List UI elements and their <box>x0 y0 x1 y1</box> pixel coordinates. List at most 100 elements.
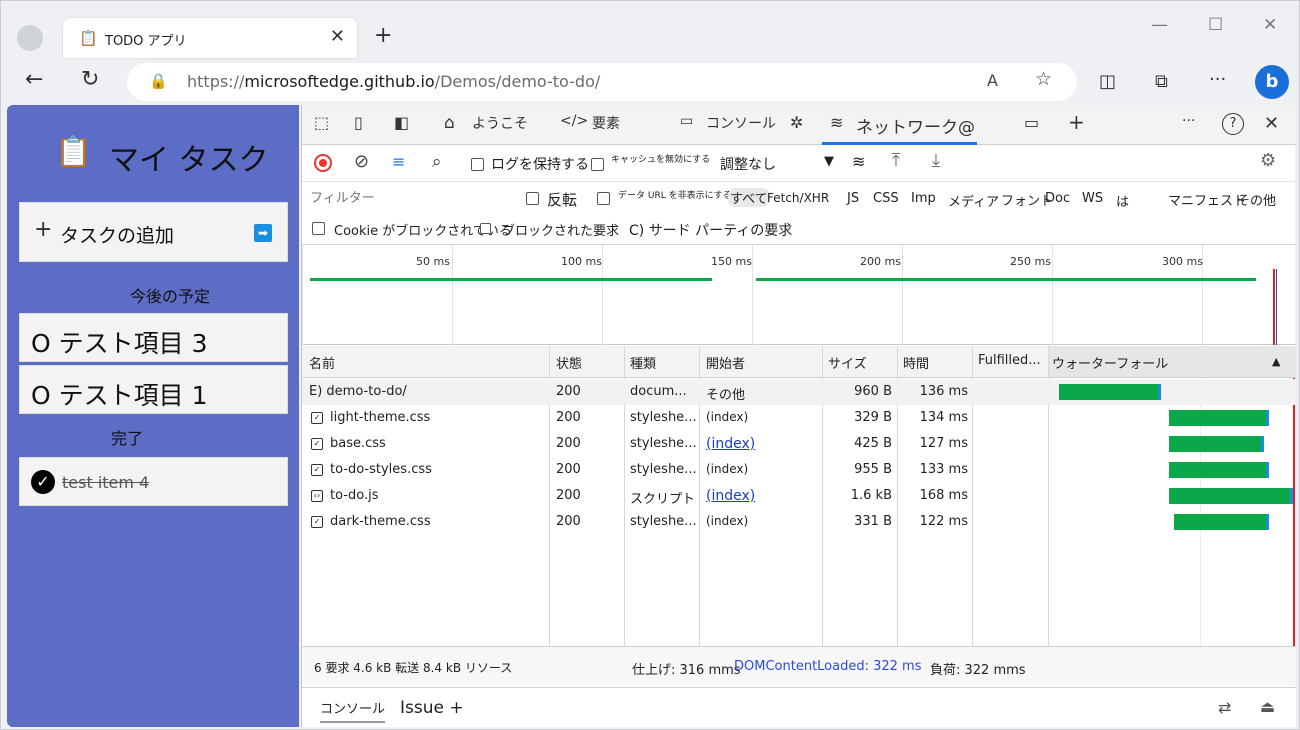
col-size[interactable]: サイズ <box>828 353 867 372</box>
network-conditions-icon[interactable]: ≋ <box>852 152 865 171</box>
filter-type-css[interactable]: CSS <box>873 191 899 206</box>
col-status[interactable]: 状態 <box>556 353 582 372</box>
throttle-select[interactable]: 調整なし <box>720 154 776 174</box>
bug-icon[interactable]: ✲ <box>790 113 803 132</box>
help-icon[interactable]: ? <box>1222 113 1244 135</box>
task-item[interactable]: O テスト項目 1 <box>19 365 288 414</box>
add-tab-icon[interactable]: + <box>1068 110 1085 134</box>
tick-label: 50 ms <box>416 255 450 268</box>
filter-input[interactable] <box>306 187 508 209</box>
table-row[interactable]: ✓ light-theme.css 200 styleshe... (index) 329… <box>302 405 1296 431</box>
clear-icon[interactable]: ⊘ <box>354 151 369 172</box>
drawer-tabbar: コンソール Issue + ⇄ ⏏ <box>302 687 1296 727</box>
table-row[interactable]: ‹› to-do.js 200 スクリプト (index) 1.6 kB 168 ms <box>302 483 1296 509</box>
request-initiator[interactable]: (index) <box>706 488 755 504</box>
devtools-panel: ⬚ ▯ ◧ ⌂ ようこそ </> 要素 ▭ コンソール ✲ ≋ ネットワーク@ … <box>301 105 1296 727</box>
task-item[interactable]: O テスト項目 3 <box>19 313 288 362</box>
request-type: docum... <box>630 384 687 399</box>
minimize-icon[interactable]: — <box>1151 15 1168 35</box>
table-row[interactable]: ✓ dark-theme.css 200 styleshe... (index) 331 … <box>302 509 1296 535</box>
address-bar[interactable]: 🔒 https://microsoftedge.github.io/Demos/… <box>127 63 1077 101</box>
more-menu-icon[interactable]: ··· <box>1209 69 1226 90</box>
preserve-log-checkbox[interactable] <box>471 158 484 171</box>
request-initiator[interactable]: (index) <box>706 436 755 452</box>
filter-type-img[interactable]: Imp <box>911 191 936 206</box>
drawer-tab-console[interactable]: コンソール <box>320 698 386 723</box>
panel-icon[interactable]: ▭ <box>1024 113 1039 132</box>
todo-title: マイ タスク <box>109 143 269 178</box>
chevron-down-icon[interactable]: ▼ <box>824 154 834 169</box>
code-icon: </> <box>560 113 589 129</box>
filter-type-manifest[interactable]: マニフェスト <box>1168 190 1246 209</box>
filter-type-fetch[interactable]: Fetch/XHR <box>767 191 829 205</box>
filter-type-ws[interactable]: WS <box>1082 191 1103 206</box>
close-devtools-icon[interactable]: ✕ <box>1264 113 1279 134</box>
maximize-icon[interactable]: ☐ <box>1208 15 1223 35</box>
invert-checkbox[interactable] <box>526 192 539 205</box>
tab-console[interactable]: コンソール <box>706 113 776 133</box>
filter-type-other[interactable]: その他 <box>1237 190 1276 209</box>
submit-arrow-icon[interactable]: ➡ <box>254 224 272 242</box>
bing-icon[interactable]: b <box>1255 65 1289 99</box>
close-window-icon[interactable]: ✕ <box>1263 15 1277 35</box>
device-emulation-icon[interactable]: ▯ <box>354 113 363 132</box>
col-time[interactable]: 時間 <box>903 353 929 372</box>
settings-gear-icon[interactable]: ⚙ <box>1260 150 1276 171</box>
record-icon[interactable] <box>314 154 332 172</box>
more-icon[interactable]: ··· <box>1182 113 1195 129</box>
tab-elements[interactable]: 要素 <box>592 113 620 133</box>
filter-type-media[interactable]: メディア <box>948 191 999 210</box>
filter-type-js[interactable]: JS <box>847 191 859 206</box>
request-status: 200 <box>556 436 581 451</box>
filter-type-doc[interactable]: Doc <box>1045 191 1070 206</box>
export-icon[interactable]: ⤓ <box>932 150 940 171</box>
col-initiator[interactable]: 開始者 <box>706 353 745 372</box>
done-task-item[interactable]: ✓ test item 4 <box>19 457 288 506</box>
filter-icon[interactable]: ≡ <box>392 152 405 171</box>
close-tab-icon[interactable]: ✕ <box>330 26 345 47</box>
sort-ascending-icon[interactable]: ▲ <box>1272 355 1280 368</box>
col-name[interactable]: 名前 <box>309 353 335 372</box>
hide-data-urls-checkbox[interactable] <box>597 192 610 205</box>
col-type[interactable]: 種類 <box>630 353 656 372</box>
col-waterfall[interactable]: ウォーターフォール <box>1052 353 1168 372</box>
read-aloud-icon[interactable]: A <box>987 71 998 90</box>
request-type: styleshe... <box>630 410 697 425</box>
network-overview[interactable]: 50 ms 100 ms 150 ms 200 ms 250 ms 300 ms <box>302 245 1296 345</box>
request-status: 200 <box>556 514 581 529</box>
browser-tab[interactable]: 📋 TODO アプリ ✕ <box>63 18 357 58</box>
disable-cache-checkbox[interactable] <box>591 158 604 171</box>
back-icon[interactable]: ← <box>25 67 43 92</box>
table-row[interactable]: ✓ base.css 200 styleshe... (index) 425 B 127 m… <box>302 431 1296 457</box>
collections-icon[interactable]: ⧉ <box>1155 71 1168 92</box>
request-size: 955 B <box>854 462 892 477</box>
dock-drawer-icon[interactable]: ⇄ <box>1218 698 1231 717</box>
import-icon[interactable]: ⤒ <box>892 150 900 171</box>
blocked-cookies-checkbox[interactable] <box>312 222 325 235</box>
table-row[interactable]: ✓ to-do-styles.css 200 styleshe... (index) 95… <box>302 457 1296 483</box>
blocked-requests-checkbox[interactable] <box>480 223 491 234</box>
tab-title: TODO アプリ <box>105 34 187 49</box>
add-task-button[interactable]: + タスクの追加 ➡ <box>19 202 288 262</box>
dock-side-icon[interactable]: ◧ <box>394 113 409 132</box>
drawer-tab-issues[interactable]: Issue + <box>400 698 464 718</box>
filter-type-all[interactable]: すべて <box>728 188 770 207</box>
favorite-star-icon[interactable]: ☆ <box>1035 68 1052 90</box>
new-tab-icon[interactable]: + <box>374 23 392 48</box>
collapse-drawer-icon[interactable]: ⏏ <box>1260 697 1275 716</box>
filter-type-wasm[interactable]: は <box>1116 191 1129 210</box>
waterfall-download <box>1266 410 1269 426</box>
blocked-requests-label: ブロックされた要求 <box>502 224 620 239</box>
profile-avatar[interactable] <box>17 25 43 51</box>
split-screen-icon[interactable]: ◫ <box>1099 71 1116 92</box>
refresh-icon[interactable]: ↻ <box>81 67 99 92</box>
tab-network[interactable]: ネットワーク@ <box>856 113 975 138</box>
search-icon[interactable]: ⌕ <box>432 152 442 172</box>
col-fulfilled[interactable]: Fulfilled... <box>978 353 1041 368</box>
tab-welcome[interactable]: ようこそ <box>472 113 528 133</box>
inspect-icon[interactable]: ⬚ <box>314 113 329 132</box>
third-party-label[interactable]: C) サード パーティの要求 <box>629 220 792 240</box>
checkmark-icon[interactable]: ✓ <box>31 470 55 494</box>
table-row[interactable]: E) demo-to-do/200 docum... その他 960 B 136 ms <box>302 379 1296 405</box>
requests-summary: 6 要求 4.6 kB 転送 8.4 kB リソース <box>314 661 513 675</box>
